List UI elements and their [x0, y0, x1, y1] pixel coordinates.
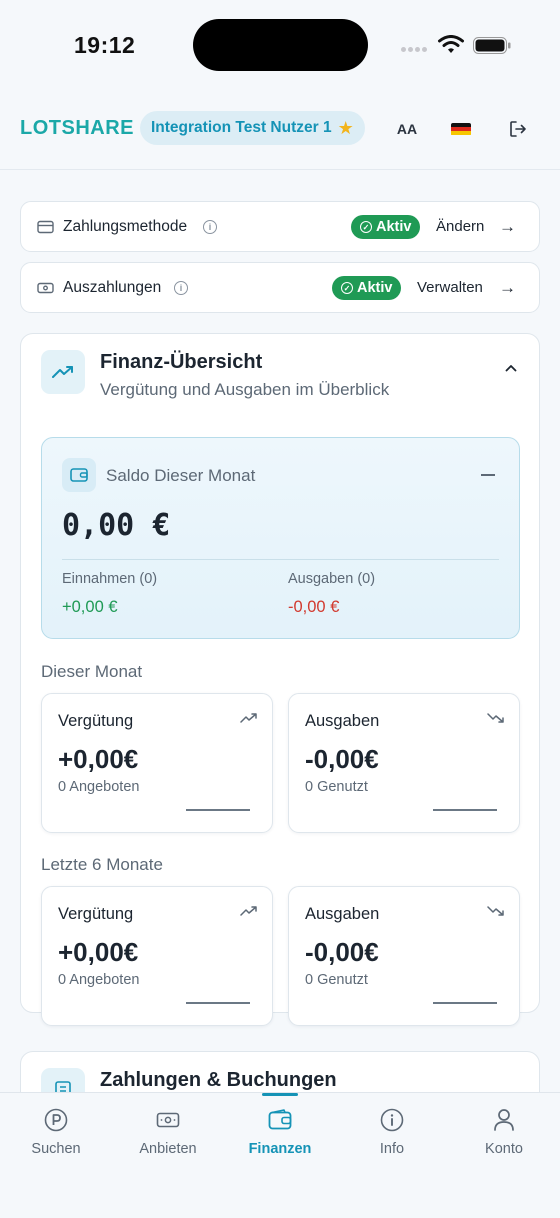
cash-icon [37, 282, 54, 294]
trending-down-icon [487, 713, 504, 723]
status-time: 19:12 [74, 32, 136, 58]
last-6-months-expenses-card[interactable]: Ausgaben -0,00€ 0 Genutzt [288, 886, 520, 1026]
sparkline [433, 809, 497, 811]
arrow-right-icon: → [499, 278, 516, 297]
parking-icon [43, 1107, 69, 1133]
dynamic-island [193, 19, 368, 71]
wallet-icon-container [62, 458, 96, 492]
expense-label: Ausgaben (0) [288, 571, 376, 587]
logout-button[interactable] [503, 114, 533, 144]
app-header: LOTSHARE Integration Test Nutzer 1 ★ AA [0, 92, 560, 170]
tab-info[interactable]: Info [336, 1093, 448, 1173]
payouts-row[interactable]: Auszahlungen i ✓ Aktiv Verwalten → [20, 262, 540, 313]
trending-up-icon [240, 906, 257, 916]
balance-amount: 0,00 € [62, 508, 171, 543]
sparkline [186, 809, 250, 811]
battery-icon [473, 37, 511, 54]
payouts-label: Auszahlungen [63, 279, 162, 296]
stat-value: -0,00€ [305, 744, 379, 774]
trending-up-icon [52, 366, 73, 378]
finance-overview-title: Finanz-Übersicht [100, 351, 263, 373]
sparkline [433, 1002, 497, 1004]
finance-overview-card: Finanz-Übersicht Vergütung und Ausgaben … [20, 333, 540, 1026]
tab-label: Anbieten [139, 1141, 197, 1157]
income-value: +0,00 € [62, 598, 118, 616]
balance-label: Saldo Dieser Monat [106, 466, 256, 485]
tab-finanzen[interactable]: Finanzen [224, 1093, 336, 1173]
change-payment-method-link[interactable]: Ändern [436, 218, 484, 235]
user-name: Integration Test Nutzer 1 [151, 119, 332, 136]
font-size-icon: AA [396, 121, 418, 137]
star-icon: ★ [337, 118, 354, 138]
wallet-icon [267, 1107, 293, 1133]
stat-subtext: 0 Genutzt [305, 779, 368, 795]
signal-icon [401, 45, 429, 53]
last-6-months-label: Letzte 6 Monate [41, 855, 163, 874]
status-text: Aktiv [357, 280, 393, 296]
last-6-months-compensation-card[interactable]: Vergütung +0,00€ 0 Angeboten [41, 886, 273, 1026]
check-circle-icon: ✓ [360, 221, 372, 233]
wifi-icon [438, 35, 464, 53]
language-button[interactable] [446, 114, 476, 144]
payouts-status-badge: ✓ Aktiv [332, 276, 402, 300]
check-circle-icon: ✓ [341, 282, 353, 294]
payment-method-status-badge: ✓ Aktiv [351, 215, 421, 239]
wallet-icon [70, 468, 88, 482]
payment-method-label: Zahlungsmethode [63, 218, 188, 235]
german-flag-icon [451, 122, 471, 136]
stat-subtext: 0 Angeboten [58, 972, 140, 988]
tab-konto[interactable]: Konto [448, 1093, 560, 1173]
user-icon [491, 1107, 517, 1133]
payments-bookings-title: Zahlungen & Buchungen [100, 1069, 337, 1091]
collapse-minus-icon[interactable] [481, 474, 495, 476]
stat-subtext: 0 Angeboten [58, 779, 140, 795]
stat-title: Ausgaben [305, 712, 380, 730]
stat-title: Vergütung [58, 712, 134, 730]
info-icon [379, 1107, 405, 1133]
stat-subtext: 0 Genutzt [305, 972, 368, 988]
tab-label: Suchen [31, 1141, 81, 1157]
finance-overview-subtitle: Vergütung und Ausgaben im Überblick [100, 380, 390, 399]
stat-value: -0,00€ [305, 937, 379, 967]
arrow-right-icon: → [499, 217, 516, 236]
tab-suchen[interactable]: Suchen [0, 1093, 112, 1173]
stat-value: +0,00€ [58, 937, 139, 967]
font-size-button[interactable]: AA [392, 114, 422, 144]
status-text: Aktiv [376, 219, 412, 235]
info-icon[interactable]: i [203, 220, 217, 234]
tab-label: Finanzen [248, 1141, 312, 1157]
balance-summary: Saldo Dieser Monat 0,00 € Einnahmen (0) … [41, 437, 520, 639]
logout-icon [510, 121, 526, 137]
info-icon[interactable]: i [174, 281, 188, 295]
tab-label: Konto [485, 1141, 523, 1157]
this-month-compensation-card[interactable]: Vergütung +0,00€ 0 Angeboten [41, 693, 273, 833]
income-label: Einnahmen (0) [62, 571, 158, 587]
divider [62, 559, 499, 560]
sparkline [186, 1002, 250, 1004]
status-bar: 19:12 [0, 0, 560, 92]
cash-icon [155, 1107, 181, 1133]
this-month-label: Dieser Monat [41, 662, 143, 681]
stat-title: Vergütung [58, 905, 134, 923]
trending-up-icon-container [41, 350, 85, 394]
user-badge[interactable]: Integration Test Nutzer 1 ★ [140, 111, 365, 145]
tab-anbieten[interactable]: Anbieten [112, 1093, 224, 1173]
app-logo[interactable]: LOTSHARE [20, 117, 134, 140]
expense-value: -0,00 € [288, 598, 340, 616]
credit-card-icon [37, 220, 54, 234]
this-month-expenses-card[interactable]: Ausgaben -0,00€ 0 Genutzt [288, 693, 520, 833]
stat-title: Ausgaben [305, 905, 380, 923]
trending-down-icon [487, 906, 504, 916]
trending-up-icon [240, 713, 257, 723]
manage-payouts-link[interactable]: Verwalten [417, 279, 483, 296]
bottom-tab-bar: Suchen Anbieten Finanzen Info Konto [0, 1092, 560, 1218]
tab-label: Info [379, 1141, 405, 1157]
stat-value: +0,00€ [58, 744, 139, 774]
chevron-up-icon[interactable] [505, 364, 517, 372]
payment-method-row[interactable]: Zahlungsmethode i ✓ Aktiv Ändern → [20, 201, 540, 252]
